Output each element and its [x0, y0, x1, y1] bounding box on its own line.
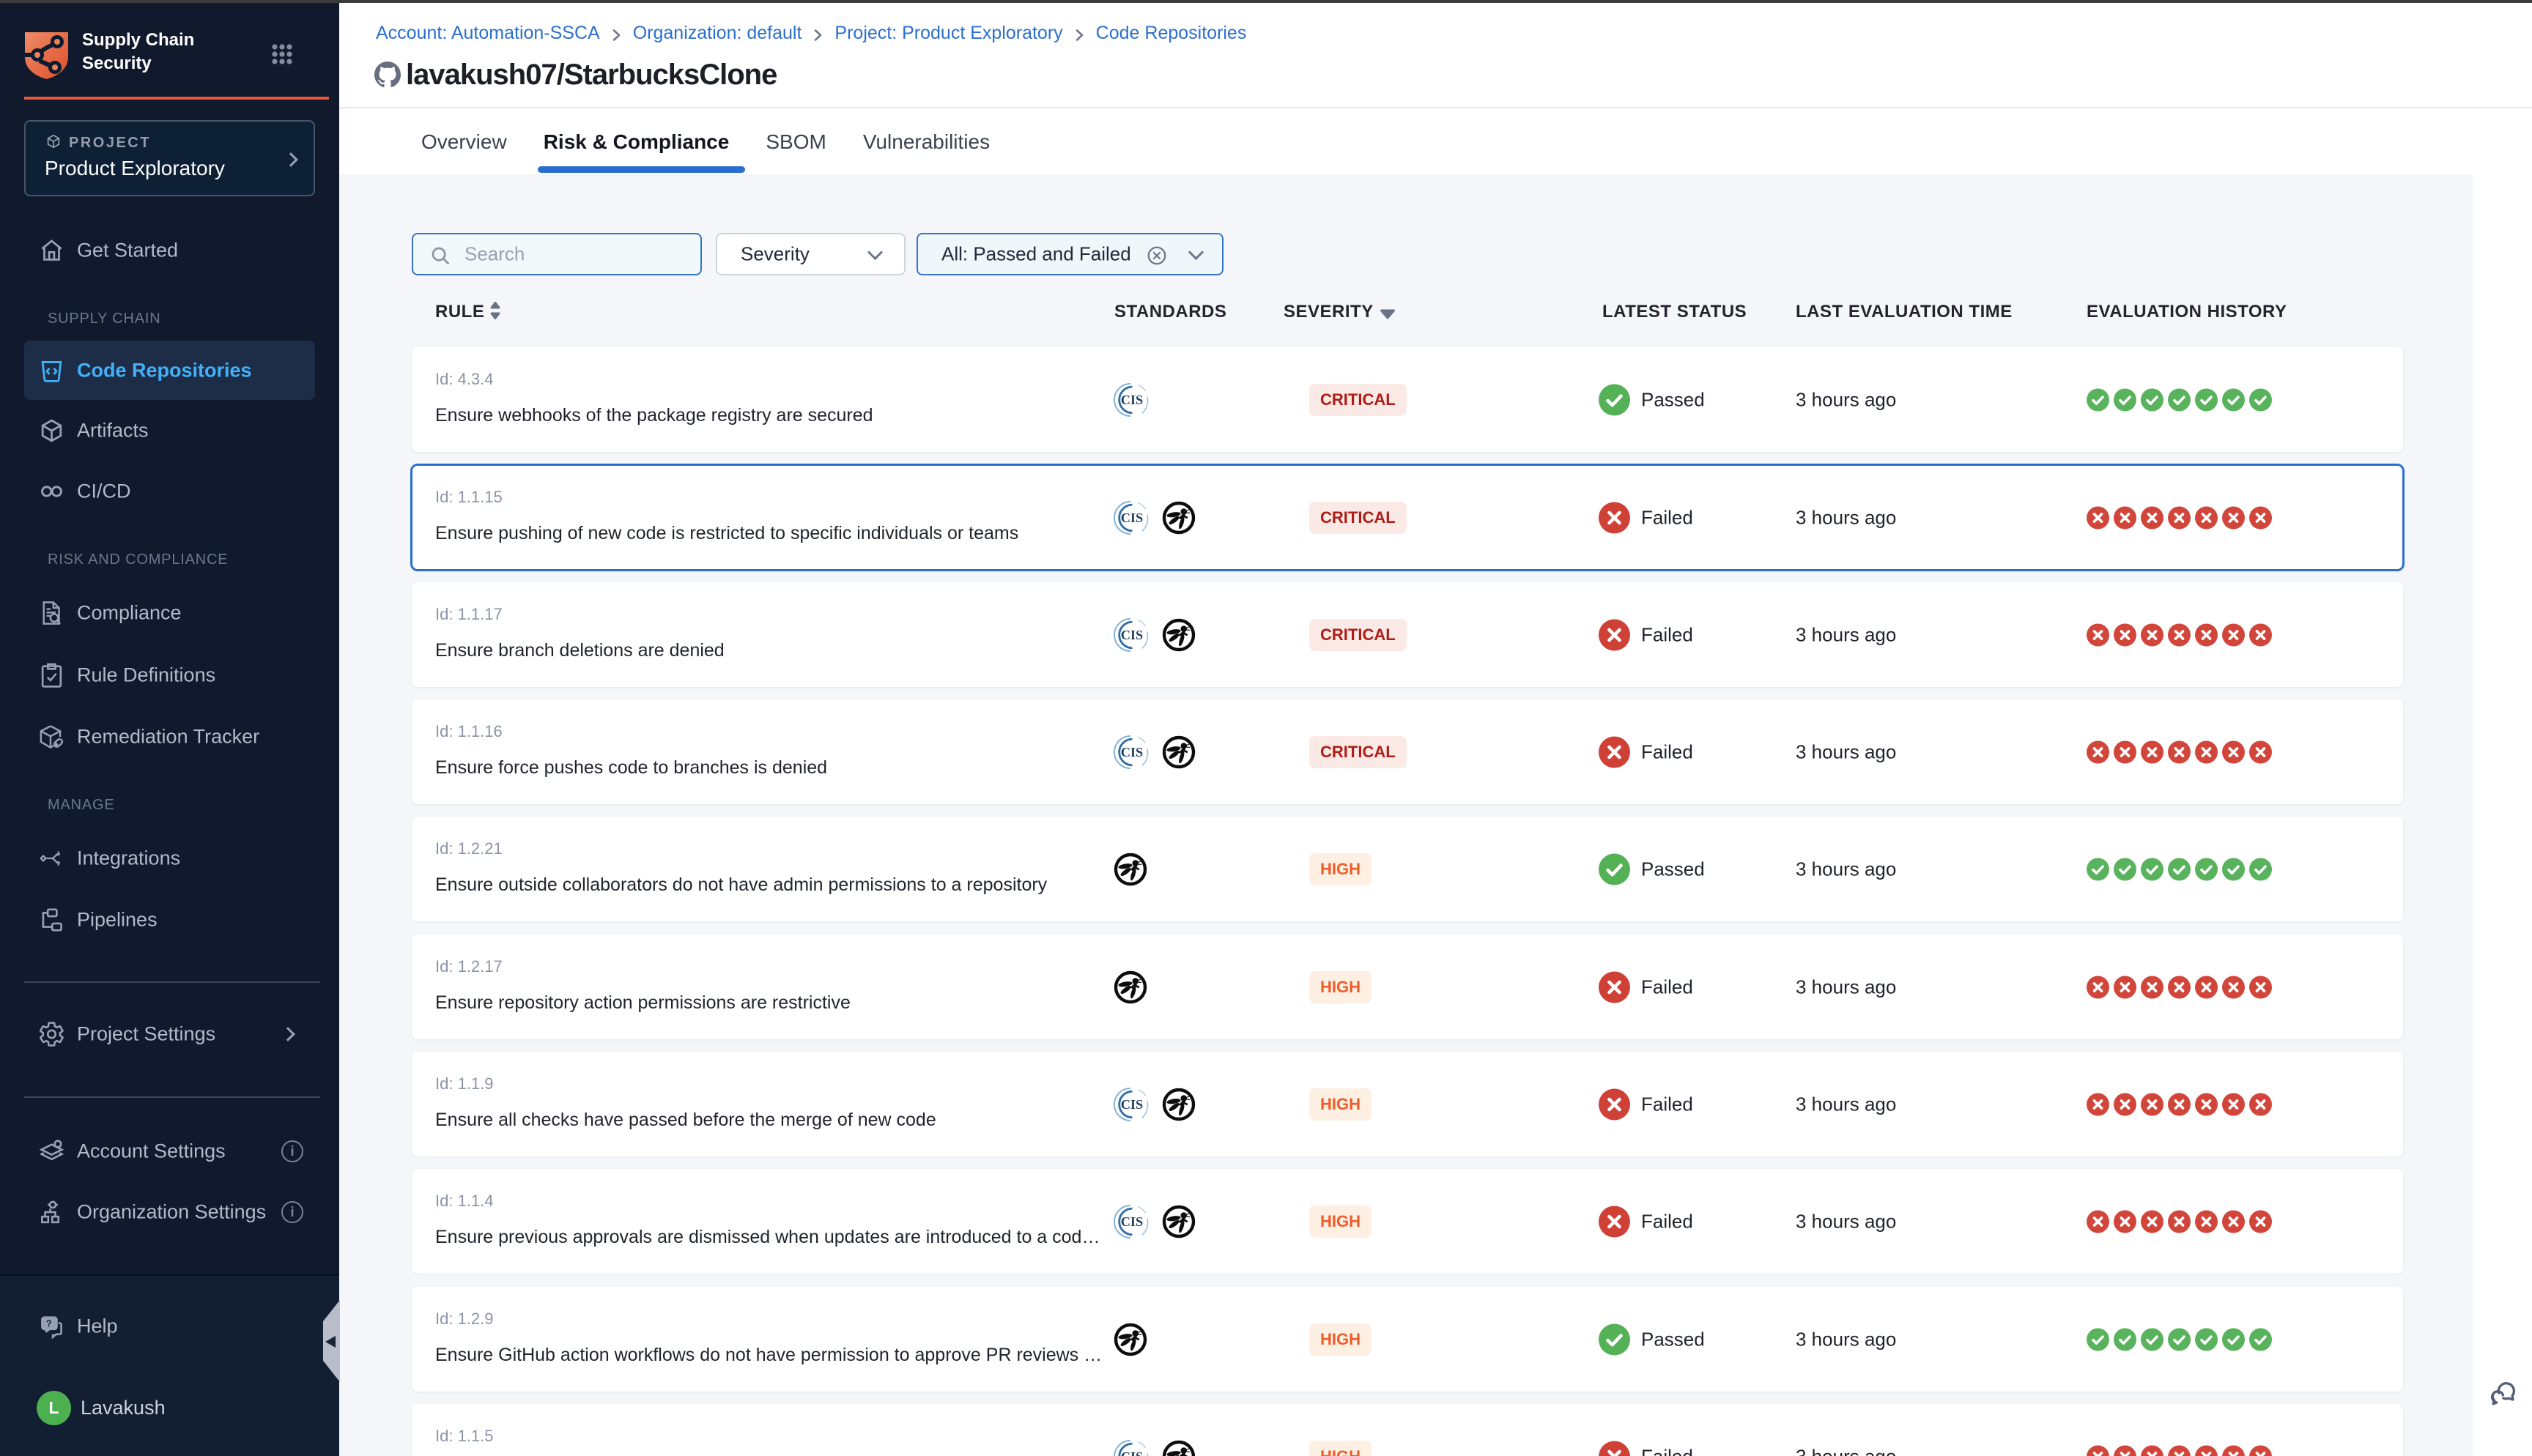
svg-text:CIS: CIS — [1121, 1214, 1143, 1229]
svg-text:CIS: CIS — [1121, 510, 1143, 525]
svg-text:CIS: CIS — [1121, 1097, 1143, 1112]
svg-text:CIS: CIS — [1121, 1449, 1143, 1456]
svg-text:CIS: CIS — [1121, 628, 1143, 642]
svg-text:?: ? — [46, 1318, 52, 1329]
svg-text:CIS: CIS — [1121, 393, 1143, 407]
svg-text:CIS: CIS — [1121, 745, 1143, 759]
